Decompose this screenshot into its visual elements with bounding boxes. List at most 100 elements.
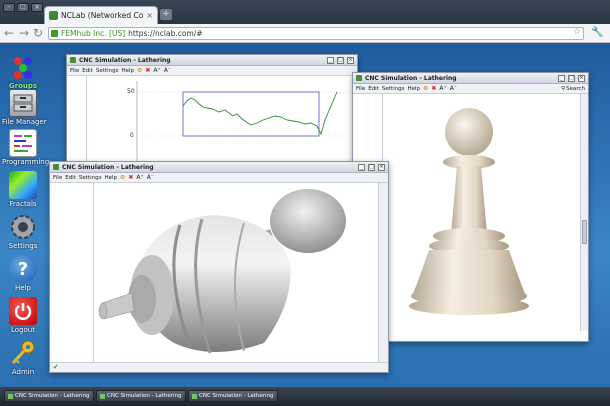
- font-decrease-icon[interactable]: A⁻: [147, 174, 154, 181]
- app-icon: [8, 393, 13, 399]
- desktop: Groups File Manager Programming Fractals…: [0, 43, 610, 387]
- reload-icon[interactable]: ↻: [33, 26, 43, 40]
- wrench-icon[interactable]: 🔧: [591, 27, 603, 38]
- forward-arrow-icon[interactable]: →: [19, 26, 29, 40]
- desktop-icon-label: Settings: [8, 242, 38, 250]
- font-increase-icon[interactable]: A⁺: [153, 67, 160, 74]
- close-button[interactable]: ×: [578, 74, 585, 82]
- desktop-icon-fractals[interactable]: Fractals: [2, 171, 44, 208]
- window-title: CNC Simulation - Lathering: [79, 56, 171, 64]
- scrollbar[interactable]: [378, 183, 388, 372]
- pawn-render: [409, 108, 529, 315]
- desktop-icon-programming[interactable]: Programming: [2, 129, 50, 166]
- scrollbar[interactable]: [580, 94, 588, 331]
- window-close-button[interactable]: ×: [31, 3, 43, 12]
- desktop-icon-groups[interactable]: Groups: [2, 53, 44, 90]
- gear-icon[interactable]: ⚙: [423, 85, 428, 92]
- maximize-button[interactable]: □: [368, 163, 375, 171]
- app-icon: [100, 393, 105, 399]
- close-tool-icon[interactable]: ✖: [145, 67, 150, 74]
- minimize-button[interactable]: _: [327, 56, 334, 64]
- desktop-icon-help[interactable]: ? Help: [2, 255, 44, 292]
- desktop-icon-label: Programming: [2, 158, 50, 166]
- window-titlebar[interactable]: CNC Simulation - Lathering _ □ ×: [67, 55, 357, 66]
- tab-close-icon[interactable]: ×: [146, 11, 153, 20]
- window-title: CNC Simulation - Lathering: [365, 74, 457, 82]
- browser-tab[interactable]: NCLab (Networked Comp... ×: [44, 6, 158, 24]
- close-button[interactable]: ×: [378, 163, 385, 171]
- scrollbar-thumb[interactable]: [582, 220, 587, 244]
- window-title: CNC Simulation - Lathering: [62, 163, 154, 171]
- app-icon: [192, 393, 197, 399]
- menu-edit[interactable]: Edit: [82, 68, 93, 74]
- graph-plot: [133, 81, 357, 166]
- window-titlebar[interactable]: CNC Simulation - Lathering _ □ ×: [50, 162, 388, 173]
- graph-window[interactable]: CNC Simulation - Lathering _ □ × File Ed…: [66, 54, 358, 167]
- search-button[interactable]: ⚲ Search: [561, 86, 585, 92]
- minimize-button[interactable]: _: [558, 74, 565, 82]
- url-organization: FEMhub Inc. [US]: [61, 29, 126, 38]
- menu-edit[interactable]: Edit: [65, 175, 76, 181]
- desktop-icon-label: Logout: [11, 326, 35, 334]
- close-button[interactable]: ×: [347, 56, 354, 64]
- taskbar-item[interactable]: CNC Simulation - Lathering: [4, 390, 94, 402]
- desktop-icon-label: Fractals: [9, 200, 37, 208]
- programming-icon: [9, 129, 37, 157]
- menu-file[interactable]: File: [70, 68, 79, 74]
- window-maximize-button[interactable]: □: [17, 3, 29, 12]
- maximize-icon: □: [20, 3, 26, 10]
- search-icon: ⚲: [561, 85, 566, 92]
- fractals-icon: [9, 171, 37, 199]
- font-increase-icon[interactable]: A⁺: [136, 174, 143, 181]
- lathe-render: [98, 189, 346, 354]
- browser-titlebar: – □ × NCLab (Networked Comp... × +: [0, 0, 610, 24]
- browser-toolbar: ← → ↻ FEMhub Inc. [US] https://nclab.com…: [0, 24, 610, 43]
- menu-settings[interactable]: Settings: [79, 175, 102, 181]
- gear-icon[interactable]: ⚙: [137, 67, 142, 74]
- back-arrow-icon[interactable]: ←: [4, 26, 14, 40]
- font-decrease-icon[interactable]: A⁻: [450, 85, 457, 92]
- help-icon: ?: [9, 255, 37, 283]
- window-menubar: File Edit Settings Help ⚙ ✖ A⁺ A⁻ ⚲ Searc…: [353, 84, 588, 94]
- menu-help[interactable]: Help: [407, 86, 420, 92]
- lock-icon: [51, 30, 58, 37]
- taskbar-item[interactable]: CNC Simulation - Lathering: [96, 390, 186, 402]
- window-minimize-button[interactable]: –: [3, 3, 15, 12]
- new-tab-button[interactable]: +: [160, 9, 172, 20]
- address-bar[interactable]: FEMhub Inc. [US] https://nclab.com/#: [48, 27, 584, 40]
- maximize-button[interactable]: □: [568, 74, 575, 82]
- url-text: https://nclab.com/#: [128, 29, 203, 38]
- lathe-window[interactable]: CNC Simulation - Lathering _ □ × File Ed…: [49, 161, 389, 373]
- desktop-icon-label: Admin: [11, 368, 35, 376]
- desktop-icon-settings[interactable]: Settings: [2, 213, 44, 250]
- menu-edit[interactable]: Edit: [368, 86, 379, 92]
- app-icon: [53, 164, 59, 170]
- menu-file[interactable]: File: [356, 86, 365, 92]
- menu-settings[interactable]: Settings: [96, 68, 119, 74]
- lathe-viewport: ✔: [50, 183, 388, 372]
- menu-settings[interactable]: Settings: [382, 86, 405, 92]
- gear-icon[interactable]: ⚙: [120, 174, 125, 181]
- desktop-icon-label: Help: [15, 284, 31, 292]
- font-decrease-icon[interactable]: A⁻: [164, 67, 171, 74]
- taskbar: CNC Simulation - Lathering CNC Simulatio…: [0, 387, 610, 406]
- close-tool-icon[interactable]: ✖: [128, 174, 133, 181]
- desktop-icon-file-manager[interactable]: File Manager: [2, 89, 47, 126]
- desktop-icon-logout[interactable]: Logout: [2, 297, 44, 334]
- taskbar-item[interactable]: CNC Simulation - Lathering: [188, 390, 278, 402]
- window-menubar: File Edit Settings Help ⚙ ✖ A⁺ A⁻: [50, 173, 388, 183]
- menu-file[interactable]: File: [53, 175, 62, 181]
- menu-help[interactable]: Help: [121, 68, 134, 74]
- bookmark-star-icon[interactable]: ☆: [573, 27, 581, 37]
- close-tool-icon[interactable]: ✖: [431, 85, 436, 92]
- window-titlebar[interactable]: CNC Simulation - Lathering _ □ ×: [353, 73, 588, 84]
- font-increase-icon[interactable]: A⁺: [439, 85, 446, 92]
- app-icon: [70, 57, 76, 63]
- window-menubar: File Edit Settings Help ⚙ ✖ A⁺ A⁻: [67, 66, 357, 76]
- desktop-icon-admin[interactable]: Admin: [2, 339, 44, 376]
- menu-help[interactable]: Help: [104, 175, 117, 181]
- close-icon: ×: [34, 3, 40, 11]
- minimize-button[interactable]: _: [358, 163, 365, 171]
- file-manager-icon: [9, 89, 37, 117]
- maximize-button[interactable]: □: [337, 56, 344, 64]
